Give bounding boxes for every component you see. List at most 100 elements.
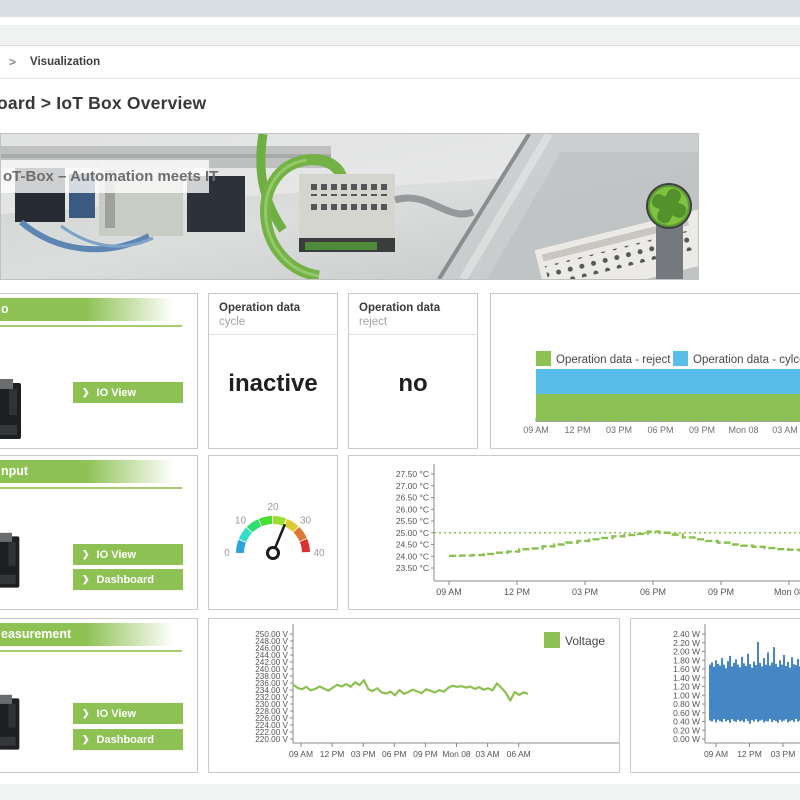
chevron-right-icon: ❯ <box>82 734 90 745</box>
divider <box>209 334 337 335</box>
operation-status-chart-panel: Operation data - reject Operation data - … <box>490 293 800 449</box>
device-panel-2: nput ❯ IO View ❯ Dashboard <box>0 455 198 610</box>
power-trend-chart: 2.40 W2.20 W2.00 W1.80 W1.60 W1.40 W1.20… <box>631 619 800 772</box>
svg-text:09 PM: 09 PM <box>413 749 438 759</box>
svg-text:09 AM: 09 AM <box>289 749 313 759</box>
temperature-trend-chart: 27.50 °C 27.00 °C 26.50 °C26.00 °C 25.50 °C… <box>349 456 800 609</box>
svg-text:Operation data - cylce: Operation data - cylce <box>693 354 800 366</box>
svg-text:20: 20 <box>267 502 279 513</box>
device-panel-3-header: easurement <box>0 623 197 646</box>
svg-text:26.00 °C: 26.00 °C <box>396 504 429 514</box>
svg-text:06 PM: 06 PM <box>647 425 673 435</box>
svg-text:25.50 °C: 25.50 °C <box>396 516 429 526</box>
svg-text:24.00 °C: 24.00 °C <box>396 551 429 561</box>
operation-status-chart: Operation data - reject Operation data - … <box>491 294 800 448</box>
breadcrumb-chevron-icon: > <box>9 55 16 69</box>
cycle-status-value: inactive <box>209 370 337 398</box>
browser-top-bar <box>0 0 800 17</box>
chevron-right-icon: ❯ <box>82 574 90 585</box>
svg-text:12 PM: 12 PM <box>320 749 345 759</box>
svg-text:Mon 08: Mon 08 <box>442 749 471 759</box>
svg-text:09 AM: 09 AM <box>523 425 549 435</box>
panel-subtitle: cycle <box>219 316 245 328</box>
dashboard-button-label: Dashboard <box>97 734 154 746</box>
svg-text:30: 30 <box>300 515 312 526</box>
device-panel-2-header: nput <box>0 460 197 483</box>
device-panel-2-title: nput <box>0 460 28 483</box>
operation-data-cycle-panel: Operation data cycle inactive <box>208 293 338 449</box>
svg-text:12 PM: 12 PM <box>504 587 530 597</box>
device-photo <box>0 689 23 764</box>
dashboard-button[interactable]: ❯ Dashboard <box>73 729 183 750</box>
svg-text:09 AM: 09 AM <box>436 587 462 597</box>
device-panel-1-title: o <box>0 298 9 321</box>
svg-text:27.50 °C: 27.50 °C <box>396 469 429 479</box>
svg-text:09 PM: 09 PM <box>689 425 715 435</box>
chevron-right-icon: ❯ <box>82 708 90 719</box>
device-panel-3-title: easurement <box>0 623 71 646</box>
reject-status-value: no <box>349 370 477 398</box>
svg-text:10: 10 <box>235 515 247 526</box>
header-underline <box>0 650 182 652</box>
svg-text:0: 0 <box>224 548 230 559</box>
svg-text:03 AM: 03 AM <box>772 425 798 435</box>
svg-text:Mon 08: Mon 08 <box>728 425 758 435</box>
svg-text:Operation data - reject: Operation data - reject <box>556 354 671 366</box>
banner-caption: oT-Box – Automation meets IT <box>0 160 209 193</box>
svg-text:25.00 °C: 25.00 °C <box>396 528 429 538</box>
svg-text:27.00 °C: 27.00 °C <box>396 481 429 491</box>
device-photo <box>0 379 25 448</box>
svg-text:Voltage: Voltage <box>565 634 605 648</box>
hero-banner: oT-Box – Automation meets IT <box>0 133 699 280</box>
voltage-trend-chart: 250.00 V248.00 V246.00 V244.00 V242.00 V… <box>209 619 619 772</box>
svg-text:09 PM: 09 PM <box>708 587 734 597</box>
banner-caption-text: oT-Box – Automation meets IT <box>0 168 218 185</box>
svg-text:03 PM: 03 PM <box>606 425 632 435</box>
power-chart-panel: 2.40 W2.20 W2.00 W1.80 W1.60 W1.40 W1.20… <box>630 618 800 773</box>
svg-text:23.50 °C: 23.50 °C <box>396 563 429 573</box>
svg-text:24.50 °C: 24.50 °C <box>396 540 429 550</box>
svg-text:03 AM: 03 AM <box>476 749 500 759</box>
banner-photo <box>1 134 698 279</box>
svg-text:26.50 °C: 26.50 °C <box>396 493 429 503</box>
svg-text:220.00 V: 220.00 V <box>255 735 288 744</box>
svg-text:03 PM: 03 PM <box>771 749 796 759</box>
svg-text:03 PM: 03 PM <box>351 749 376 759</box>
svg-text:12 PM: 12 PM <box>737 749 762 759</box>
io-view-button[interactable]: ❯ IO View <box>73 382 183 403</box>
io-view-button[interactable]: ❯ IO View <box>73 544 183 565</box>
io-view-button-label: IO View <box>97 549 137 561</box>
temperature-gauge: 0 10 20 30 40 <box>209 456 337 609</box>
dashboard-button-label: Dashboard <box>97 574 154 586</box>
svg-text:06 PM: 06 PM <box>640 587 666 597</box>
dashboard-button[interactable]: ❯ Dashboard <box>73 569 183 590</box>
io-view-button-label: IO View <box>97 708 137 720</box>
panel-title: Operation data <box>359 302 440 314</box>
svg-text:Mon 08: Mon 08 <box>774 587 800 597</box>
svg-text:03 PM: 03 PM <box>572 587 598 597</box>
page-title: oard > IoT Box Overview <box>0 93 206 114</box>
panel-subtitle: reject <box>359 316 387 328</box>
footer-strip <box>0 784 800 800</box>
svg-text:06 PM: 06 PM <box>382 749 407 759</box>
breadcrumb: > Visualization <box>0 46 800 79</box>
chevron-right-icon: ❯ <box>82 387 90 398</box>
temperature-gauge-panel: 0 10 20 30 40 <box>208 455 338 610</box>
operation-data-reject-panel: Operation data reject no <box>348 293 478 449</box>
svg-text:0.00 W: 0.00 W <box>673 734 700 744</box>
device-panel-3: easurement ❯ IO View ❯ Dashboard <box>0 618 198 773</box>
temperature-chart-panel: 27.50 °C 27.00 °C 26.50 °C26.00 °C 25.50 °C… <box>348 455 800 610</box>
device-panel-1: o ❯ IO View <box>0 293 198 449</box>
breadcrumb-item-visualization[interactable]: Visualization <box>30 56 100 68</box>
header-underline <box>0 325 182 327</box>
svg-text:40: 40 <box>313 548 325 559</box>
io-view-button[interactable]: ❯ IO View <box>73 703 183 724</box>
panel-title: Operation data <box>219 302 300 314</box>
secondary-top-bar <box>0 25 800 46</box>
device-panel-1-header: o <box>0 298 197 321</box>
svg-text:12 PM: 12 PM <box>564 425 590 435</box>
svg-text:06 AM: 06 AM <box>507 749 531 759</box>
chevron-right-icon: ❯ <box>82 549 90 560</box>
device-photo <box>0 526 23 603</box>
divider <box>349 334 477 335</box>
